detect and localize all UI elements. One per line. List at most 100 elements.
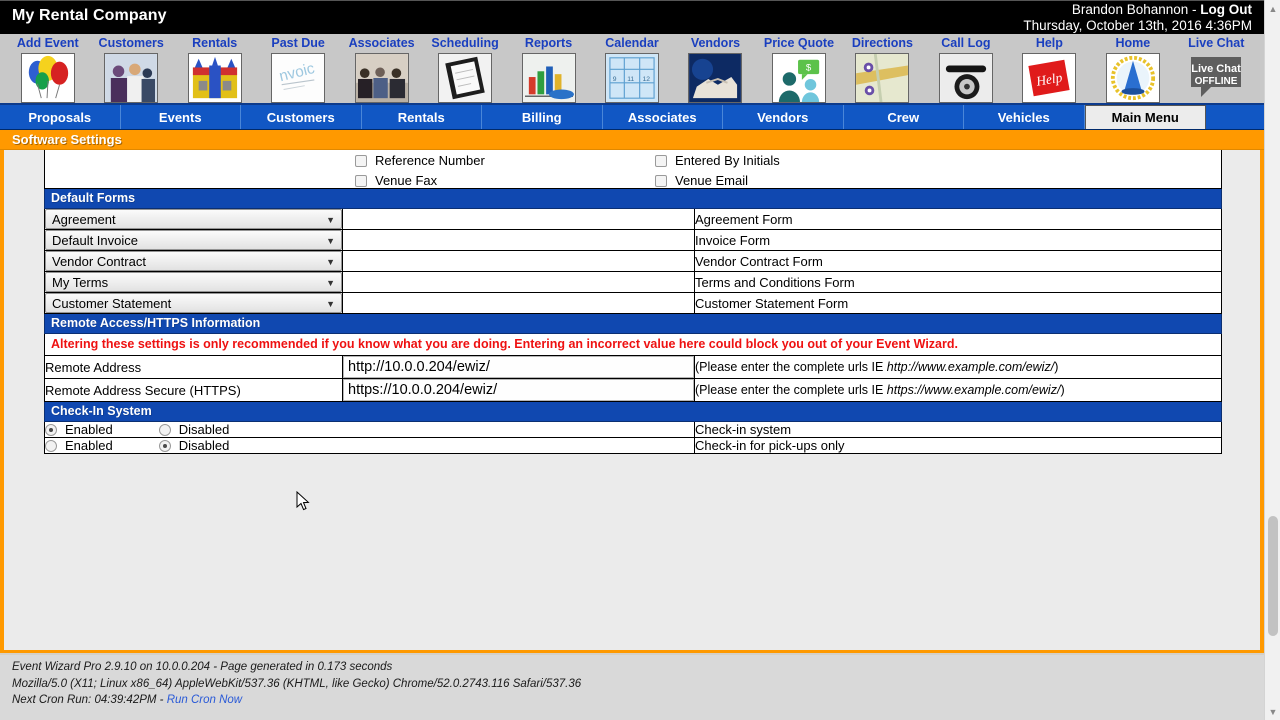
radio-checkin-enabled-icon[interactable] (45, 423, 57, 436)
run-cron-now-link[interactable]: Run Cron Now (167, 694, 242, 706)
nav-item-calendar[interactable]: Calendar 9 11 12 (590, 35, 673, 103)
checkbox-venue-fax-icon[interactable] (355, 174, 367, 187)
remote-address-input[interactable] (343, 356, 694, 378)
checkbox-entered-by-initials-icon[interactable] (655, 154, 667, 167)
nav-item-price-quote[interactable]: Price Quote $ (757, 35, 840, 103)
planner-book-icon[interactable] (438, 53, 493, 103)
hint-remote-address-secure: (Please enter the complete urls IE https… (694, 378, 1222, 402)
user-session-line: Brandon Bohannon - Log Out (1072, 2, 1252, 17)
nav-item-associates[interactable]: Associates (340, 35, 423, 103)
radio-label-checkin-enabled: Enabled (65, 422, 113, 437)
handshake-icon[interactable] (688, 53, 743, 103)
label-check-in-system: Check-in system (694, 421, 1222, 438)
select-agreement[interactable]: Agreement ▼ (45, 209, 342, 229)
nav-item-help[interactable]: Help Help (1008, 35, 1091, 103)
select-vendor-contract[interactable]: Vendor Contract ▼ (45, 251, 342, 271)
nav-item-reports[interactable]: Reports (507, 35, 590, 103)
people-crowd-icon[interactable] (104, 53, 159, 103)
radio-group-check-in-pickups[interactable]: Enabled Disabled (44, 437, 695, 454)
remote-access-warning-row: Altering these settings is only recommen… (44, 333, 1222, 356)
select-cell-vendor-contract[interactable]: Vendor Contract ▼ (44, 250, 343, 272)
checkbox-item-venue-email[interactable]: Venue Email (655, 173, 1221, 188)
svg-text:12: 12 (643, 76, 651, 83)
office-workers-icon[interactable] (354, 53, 409, 103)
balloons-icon[interactable] (20, 53, 75, 103)
form-row-vendor-contract: Vendor Contract ▼ Vendor Contract Form (44, 250, 1222, 272)
scroll-up-arrow-icon[interactable]: ▲ (1265, 0, 1280, 17)
radio-checkin-disabled-icon[interactable] (158, 423, 171, 436)
checkbox-venue-email-icon[interactable] (655, 174, 667, 187)
checkbox-label-venue-email: Venue Email (675, 173, 748, 188)
tab-vehicles[interactable]: Vehicles (964, 105, 1085, 129)
nav-item-past-due[interactable]: Past Due nvoic (256, 35, 339, 103)
radio-option-pickups-disabled[interactable]: Disabled (158, 438, 229, 453)
browser-vertical-scrollbar[interactable]: ▲ ▼ (1264, 0, 1280, 720)
nav-item-rentals[interactable]: Rentals (173, 35, 256, 103)
select-default-invoice[interactable]: Default Invoice ▼ (45, 230, 342, 250)
rotary-phone-icon[interactable] (938, 53, 993, 103)
radio-option-checkin-enabled[interactable]: Enabled (45, 422, 113, 437)
nav-item-add-event[interactable]: Add Event (6, 35, 89, 103)
radio-option-checkin-disabled[interactable]: Disabled (158, 422, 229, 437)
footer-version-line: Event Wizard Pro 2.9.10 on 10.0.0.204 - … (12, 661, 393, 673)
radio-option-pickups-enabled[interactable]: Enabled (45, 438, 113, 453)
remote-address-secure-input[interactable] (343, 379, 694, 401)
label-check-in-pickups-only: Check-in for pick-ups only (694, 437, 1222, 454)
select-my-terms[interactable]: My Terms ▼ (45, 272, 342, 292)
bar-chart-icon[interactable] (521, 53, 576, 103)
radio-group-check-in-system[interactable]: Enabled Disabled (44, 421, 695, 438)
settings-scroll-region[interactable]: Breakdown Surface Reference Number (4, 150, 1260, 650)
tab-vendors[interactable]: Vendors (723, 105, 844, 129)
nav-item-call-log[interactable]: Call Log (924, 35, 1007, 103)
chevron-down-icon: ▼ (326, 299, 335, 309)
select-cell-customer-statement[interactable]: Customer Statement ▼ (44, 292, 343, 314)
nav-label-directions: Directions (851, 36, 913, 50)
tab-proposals[interactable]: Proposals (0, 105, 121, 129)
nav-label-calendar: Calendar (605, 36, 659, 50)
help-card-icon[interactable]: Help (1022, 53, 1077, 103)
logout-link[interactable]: Log Out (1200, 2, 1252, 17)
tab-rentals[interactable]: Rentals (362, 105, 482, 129)
tab-associates[interactable]: Associates (603, 105, 723, 129)
map-pin-icon[interactable] (855, 53, 910, 103)
radio-pickups-disabled-icon[interactable] (158, 439, 171, 452)
nav-item-vendors[interactable]: Vendors (674, 35, 757, 103)
live-chat-offline-icon[interactable]: Live Chat OFFLINE (1189, 53, 1243, 103)
label-remote-address-secure: Remote Address Secure (HTTPS) (44, 378, 343, 402)
checkbox-item-reference-number[interactable]: Reference Number (355, 153, 655, 168)
bounce-house-icon[interactable] (187, 53, 242, 103)
footer-useragent-line: Mozilla/5.0 (X11; Linux x86_64) AppleWeb… (12, 677, 582, 690)
nav-item-home[interactable]: Home (1091, 35, 1174, 103)
tab-customers[interactable]: Customers (241, 105, 362, 129)
wizard-hat-icon[interactable] (1105, 53, 1160, 103)
nav-label-reports: Reports (524, 36, 573, 50)
form-row-default-invoice: Default Invoice ▼ Invoice Form (44, 229, 1222, 251)
select-cell-default-invoice[interactable]: Default Invoice ▼ (44, 229, 343, 251)
scroll-down-arrow-icon[interactable]: ▼ (1265, 703, 1280, 720)
tab-events[interactable]: Events (121, 105, 241, 129)
tab-billing[interactable]: Billing (482, 105, 603, 129)
checkbox-reference-number-icon[interactable] (355, 154, 367, 167)
nav-item-live-chat[interactable]: Live Chat Live Chat OFFLINE (1175, 35, 1258, 103)
invoice-icon[interactable]: nvoic (271, 53, 326, 103)
select-cell-agreement[interactable]: Agreement ▼ (44, 208, 343, 230)
input-cell-remote-address-secure[interactable] (342, 378, 695, 402)
nav-item-directions[interactable]: Directions (841, 35, 924, 103)
scrollbar-thumb[interactable] (1268, 516, 1278, 636)
nav-item-scheduling[interactable]: Scheduling (423, 35, 506, 103)
remote-access-warning-text: Altering these settings is only recommen… (44, 333, 1222, 356)
tab-crew[interactable]: Crew (844, 105, 964, 129)
select-cell-my-terms[interactable]: My Terms ▼ (44, 271, 343, 293)
calendar-grid-icon[interactable]: 9 11 12 (605, 53, 660, 103)
radio-label-pickups-enabled: Enabled (65, 438, 113, 453)
radio-pickups-enabled-icon[interactable] (45, 439, 57, 452)
select-customer-statement[interactable]: Customer Statement ▼ (45, 293, 342, 313)
checkbox-item-venue-fax[interactable]: Venue Fax (355, 173, 655, 188)
input-cell-remote-address[interactable] (342, 355, 695, 379)
quote-bubble-icon[interactable]: $ (771, 53, 826, 103)
checkbox-item-entered-by-initials[interactable]: Entered By Initials (655, 153, 1221, 168)
nav-label-add-event: Add Event (16, 36, 79, 50)
tab-main-menu[interactable]: Main Menu (1084, 105, 1206, 129)
section-header-remote-access: Remote Access/HTTPS Information (44, 313, 1222, 334)
nav-item-customers[interactable]: Customers (89, 35, 172, 103)
